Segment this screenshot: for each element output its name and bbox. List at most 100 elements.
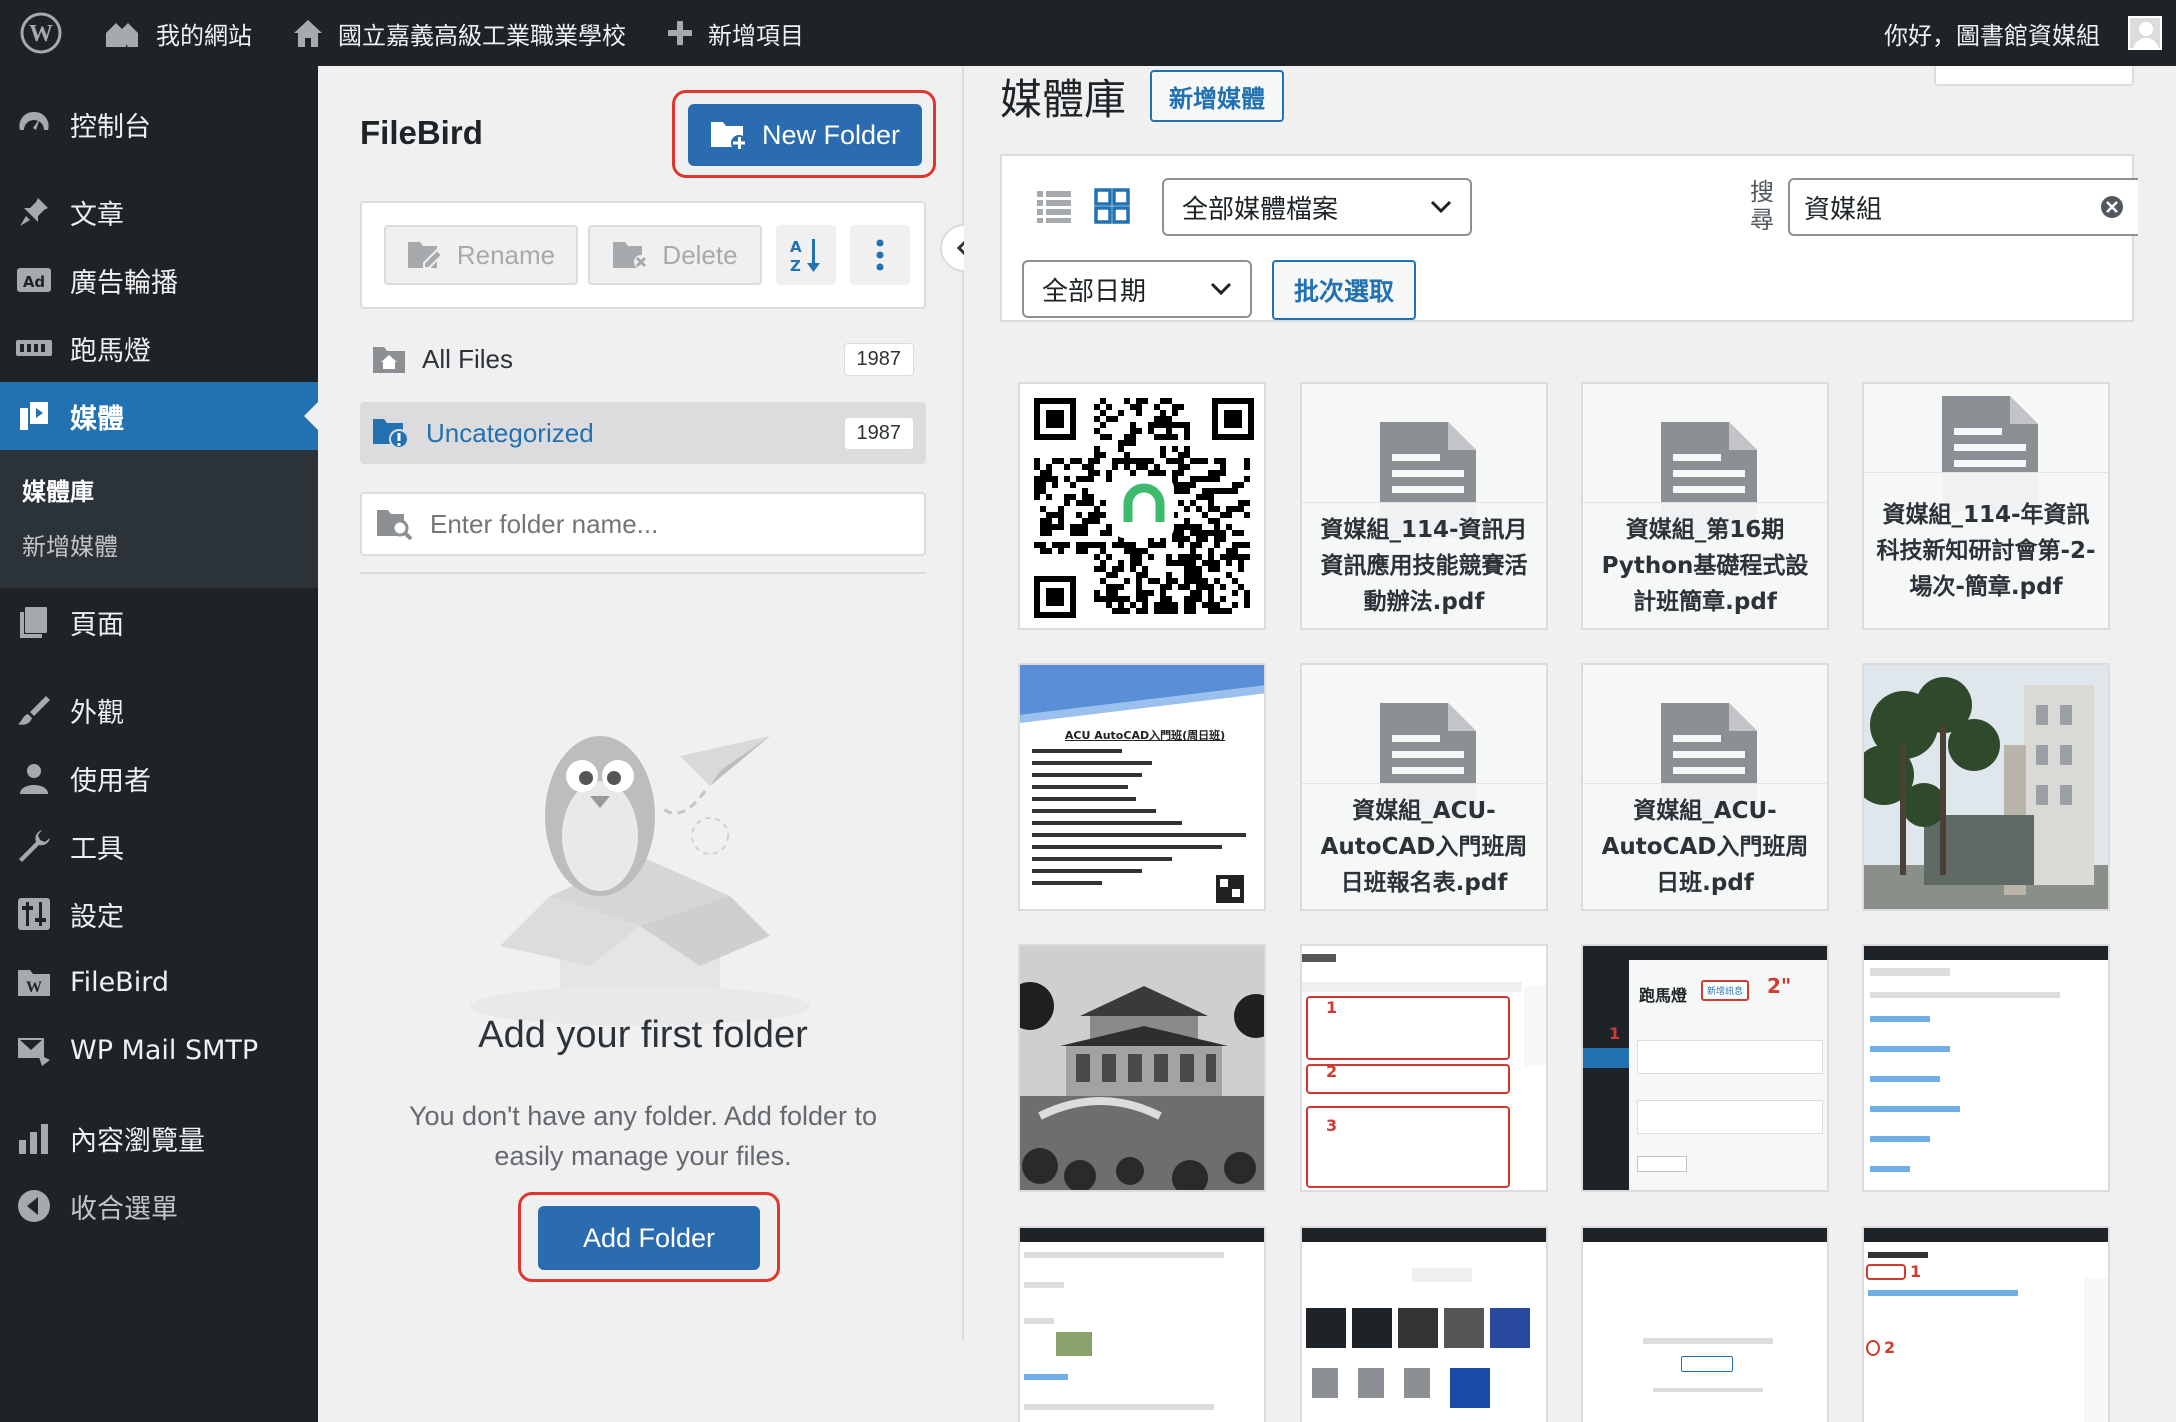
media-tile-screenshot[interactable] bbox=[1862, 944, 2110, 1192]
qr-module bbox=[1202, 494, 1208, 500]
media-tile-doc[interactable]: 資媒組_114-資訊月資訊應用技能競賽活動辦法.pdf bbox=[1300, 382, 1548, 630]
sidebar-item-users[interactable]: 使用者 bbox=[0, 744, 318, 812]
qr-module bbox=[1130, 470, 1136, 476]
my-sites-menu[interactable]: 我的網站 bbox=[82, 0, 272, 66]
new-content-menu[interactable]: 新增項目 bbox=[646, 0, 824, 66]
qr-module bbox=[1064, 542, 1070, 548]
folder-name-input[interactable] bbox=[430, 508, 890, 540]
qr-module bbox=[1202, 512, 1208, 518]
qr-module bbox=[1034, 482, 1040, 488]
submenu-add-media[interactable]: 新增媒體 bbox=[0, 517, 318, 572]
qr-module bbox=[1136, 596, 1142, 602]
folder-delete-icon bbox=[613, 242, 649, 269]
qr-module bbox=[1238, 560, 1244, 566]
folder-uncategorized[interactable]: Uncategorized 1987 bbox=[360, 402, 926, 464]
qr-module bbox=[1088, 500, 1094, 506]
sidebar-item-tools[interactable]: 工具 bbox=[0, 812, 318, 880]
qr-module bbox=[1184, 578, 1190, 584]
clear-search-icon[interactable] bbox=[2100, 195, 2124, 219]
media-tile-doc[interactable]: 資媒組_114-年資訊科技新知研討會第-2-場次-簡章.pdf bbox=[1862, 382, 2110, 630]
media-tile-screenshot[interactable] bbox=[1018, 1226, 1266, 1422]
svg-text:Ad: Ad bbox=[23, 273, 45, 291]
media-tile-qr[interactable] bbox=[1018, 382, 1266, 630]
qr-module bbox=[1208, 476, 1214, 482]
media-search-input[interactable] bbox=[1804, 192, 2074, 222]
qr-module bbox=[1226, 554, 1232, 560]
media-search-field[interactable] bbox=[1788, 178, 2138, 236]
folder-all-files[interactable]: All Files 1987 bbox=[360, 329, 926, 389]
rename-button[interactable]: Rename bbox=[384, 225, 578, 285]
qr-module bbox=[1112, 596, 1118, 602]
media-tile-screenshot[interactable] bbox=[1581, 1226, 1829, 1422]
qr-module bbox=[1196, 578, 1202, 584]
media-tile-photo[interactable] bbox=[1862, 663, 2110, 911]
media-type-filter[interactable]: 全部媒體檔案 bbox=[1162, 178, 1472, 236]
sidebar-item-appearance[interactable]: 外觀 bbox=[0, 676, 318, 744]
sidebar-item-wp-mail-smtp[interactable]: WP Mail SMTP bbox=[0, 1016, 318, 1084]
qr-code-image bbox=[1020, 384, 1264, 628]
grid-view-icon[interactable] bbox=[1094, 188, 1130, 224]
site-name-menu[interactable]: 國立嘉義高級工業職業學校 bbox=[272, 0, 646, 66]
sidebar-item-posts[interactable]: 文章 bbox=[0, 178, 318, 246]
media-tile-screenshot[interactable] bbox=[1300, 1226, 1548, 1422]
folder-alert-icon bbox=[373, 419, 409, 449]
qr-module bbox=[1124, 596, 1130, 602]
media-tile-doc[interactable]: 資媒組_ACU-AutoCAD入門班周日班.pdf bbox=[1581, 663, 1829, 911]
qr-module bbox=[1148, 428, 1154, 434]
qr-module bbox=[1058, 506, 1064, 512]
more-options-button[interactable] bbox=[850, 225, 910, 285]
submenu-media-library[interactable]: 媒體庫 bbox=[0, 462, 318, 517]
media-tile-doc[interactable]: 資媒組_ACU-AutoCAD入門班周日班報名表.pdf bbox=[1300, 663, 1548, 911]
folder-search-field[interactable] bbox=[360, 492, 926, 556]
qr-module bbox=[1172, 422, 1178, 428]
qr-module bbox=[1100, 548, 1106, 554]
add-folder-button[interactable]: Add Folder bbox=[538, 1206, 760, 1270]
media-tile-screenshot[interactable]: 跑馬燈 新增訊息 2" 1 bbox=[1581, 944, 1829, 1192]
media-tile-screenshot[interactable]: 1 2 bbox=[1862, 1226, 2110, 1422]
sidebar-item-media[interactable]: 媒體 bbox=[0, 382, 318, 450]
qr-module bbox=[1220, 596, 1226, 602]
sidebar-item-settings[interactable]: 設定 bbox=[0, 880, 318, 948]
add-new-media-button[interactable]: 新增媒體 bbox=[1150, 70, 1284, 122]
qr-module bbox=[1160, 416, 1166, 422]
empty-state-title: Add your first folder bbox=[478, 1014, 808, 1056]
sidebar-item-page-views[interactable]: 內容瀏覽量 bbox=[0, 1104, 318, 1172]
qr-module bbox=[1106, 470, 1112, 476]
date-filter[interactable]: 全部日期 bbox=[1022, 260, 1252, 318]
qr-module bbox=[1094, 404, 1100, 410]
media-tile-screenshot[interactable]: 1 2 3 bbox=[1300, 944, 1548, 1192]
sort-button[interactable]: AZ bbox=[776, 225, 836, 285]
qr-module bbox=[1196, 536, 1202, 542]
screen-options-tab[interactable] bbox=[1934, 66, 2134, 86]
list-view-icon[interactable] bbox=[1036, 188, 1072, 224]
delete-button[interactable]: Delete bbox=[588, 225, 762, 285]
marquee-icon bbox=[16, 340, 52, 356]
account-menu[interactable]: 你好，圖書館資媒組 bbox=[1864, 0, 2176, 66]
bulk-select-button[interactable]: 批次選取 bbox=[1272, 260, 1416, 320]
qr-module bbox=[1202, 488, 1208, 494]
wordpress-logo-button[interactable]: W bbox=[0, 0, 82, 66]
qr-module bbox=[1112, 566, 1118, 572]
sidebar-item-ad-carousel[interactable]: Ad 廣告輪播 bbox=[0, 246, 318, 314]
qr-module bbox=[1178, 542, 1184, 548]
screenshot-thumbnail bbox=[1583, 1228, 1827, 1422]
new-folder-button[interactable]: New Folder bbox=[688, 104, 922, 166]
sidebar-item-pages[interactable]: 頁面 bbox=[0, 588, 318, 656]
collapse-menu-button[interactable]: 收合選單 bbox=[0, 1172, 318, 1240]
qr-module bbox=[1046, 464, 1052, 470]
qr-module bbox=[1172, 578, 1178, 584]
media-tile-doc[interactable]: 資媒組_第16期Python基礎程式設計班簡章.pdf bbox=[1581, 382, 1829, 630]
qr-module bbox=[1220, 512, 1226, 518]
qr-module bbox=[1046, 530, 1052, 536]
user-icon bbox=[20, 764, 48, 794]
media-tile-photo[interactable] bbox=[1018, 944, 1266, 1192]
sidebar-item-filebird[interactable]: W FileBird bbox=[0, 948, 318, 1016]
sidebar-item-marquee[interactable]: 跑馬燈 bbox=[0, 314, 318, 382]
qr-module bbox=[1178, 530, 1184, 536]
media-tile-flyer[interactable]: ACU AutoCAD入門班(周日班) bbox=[1018, 663, 1266, 911]
qr-module bbox=[1034, 494, 1040, 500]
qr-module bbox=[1040, 470, 1046, 476]
sidebar-item-dashboard[interactable]: 控制台 bbox=[0, 90, 318, 158]
qr-module bbox=[1124, 440, 1130, 446]
qr-module bbox=[1136, 590, 1142, 596]
